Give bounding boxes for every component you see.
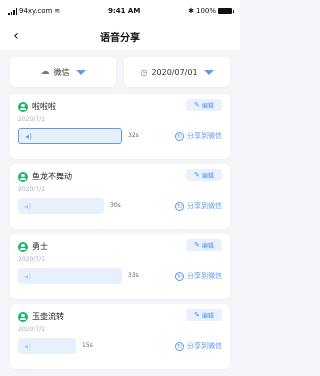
voice-card: 鱼龙不舞动 ✎ 编辑 2020/7/1 ◂) 30s ↻ 分享到微信	[10, 164, 230, 229]
edit-button[interactable]: ✎ 编辑	[186, 309, 222, 321]
chevron-left-icon: ‹	[13, 28, 19, 44]
date-filter-dropdown[interactable]: ◷ 2020/07/01	[124, 57, 230, 87]
channel-filter-label: 微信	[53, 67, 70, 77]
avatar-icon	[18, 101, 28, 112]
card-date: 2020/7/1	[18, 326, 45, 333]
share-label: 分享到微信	[187, 132, 222, 140]
sound-wave-icon: ◂)	[25, 131, 33, 141]
share-icon: ↻	[175, 201, 184, 211]
share-to-wechat-button[interactable]: ↻ 分享到微信	[175, 201, 222, 211]
battery-label: 100%	[195, 7, 216, 15]
edit-label: 编辑	[201, 102, 214, 110]
filter-bar: ☁ 微信 ◷ 2020/07/01	[10, 57, 230, 87]
voice-message-bar[interactable]: ◂)	[18, 338, 76, 354]
status-bar: 94xy.com ≋ 9:41 AM ✱ 100%	[0, 0, 240, 22]
page-title: 语音分享	[100, 32, 140, 44]
avatar-icon	[18, 171, 28, 182]
signal-icon	[8, 7, 17, 15]
voice-message-bar[interactable]: ◂)	[18, 198, 104, 214]
share-label: 分享到微信	[187, 272, 222, 280]
voice-duration: 32s	[128, 132, 139, 139]
edit-label: 编辑	[201, 312, 214, 320]
voice-card: 勇士 ✎ 编辑 2020/7/1 ◂) 33s ↻ 分享到微信	[10, 234, 230, 299]
avatar-icon	[18, 311, 28, 322]
channel-filter-dropdown[interactable]: ☁ 微信	[10, 57, 116, 87]
share-label: 分享到微信	[187, 342, 222, 350]
chevron-down-icon	[203, 69, 214, 75]
chevron-down-icon	[75, 69, 86, 75]
voice-card: 玉壶流转 ✎ 编辑 2020/7/1 ◂) 15s ↻ 分享到微信	[10, 304, 230, 369]
date-filter-label: 2020/07/01	[151, 67, 198, 77]
share-to-wechat-button[interactable]: ↻ 分享到微信	[175, 131, 222, 141]
avatar-icon	[18, 241, 28, 252]
voice-message-bar[interactable]: ◂)	[18, 268, 122, 284]
carrier-label: 94xy.com	[19, 7, 53, 15]
clock-icon: ◷	[140, 67, 148, 77]
edit-button[interactable]: ✎ 编辑	[186, 99, 222, 111]
share-to-wechat-button[interactable]: ↻ 分享到微信	[175, 271, 222, 281]
card-header: 勇士	[18, 241, 48, 252]
card-header: 玉壶流转	[18, 311, 64, 322]
edit-button[interactable]: ✎ 编辑	[186, 169, 222, 181]
card-date: 2020/7/1	[18, 256, 45, 263]
card-header: 鱼龙不舞动	[18, 171, 72, 182]
sound-wave-icon: ◂)	[24, 271, 32, 281]
wifi-icon: ≋	[54, 7, 61, 15]
sound-wave-icon: ◂)	[24, 341, 32, 351]
share-icon: ↻	[175, 131, 184, 141]
pencil-icon: ✎	[194, 170, 200, 179]
voice-duration: 15s	[82, 342, 93, 349]
card-header: 啦啦啦	[18, 101, 56, 112]
user-name: 啦啦啦	[32, 102, 56, 111]
voice-duration: 33s	[128, 272, 139, 279]
nav-bar: ‹ 语音分享	[0, 22, 240, 50]
wechat-icon: ☁	[40, 67, 50, 77]
voice-message-bar[interactable]: ◂)	[18, 128, 122, 144]
pencil-icon: ✎	[194, 310, 200, 319]
status-left: 94xy.com ≋	[8, 7, 60, 15]
bluetooth-icon: ✱	[188, 7, 194, 15]
edit-button[interactable]: ✎ 编辑	[186, 239, 222, 251]
share-to-wechat-button[interactable]: ↻ 分享到微信	[175, 341, 222, 351]
sound-wave-icon: ◂)	[24, 201, 32, 211]
voice-duration: 30s	[110, 202, 121, 209]
card-date: 2020/7/1	[18, 186, 45, 193]
edit-label: 编辑	[201, 242, 214, 250]
user-name: 玉壶流转	[32, 312, 64, 321]
share-icon: ↻	[175, 271, 184, 281]
back-button[interactable]: ‹	[8, 26, 24, 46]
share-icon: ↻	[175, 341, 184, 351]
status-right: ✱ 100%	[188, 7, 234, 15]
pencil-icon: ✎	[194, 100, 200, 109]
pencil-icon: ✎	[194, 240, 200, 249]
edit-label: 编辑	[201, 172, 214, 180]
share-label: 分享到微信	[187, 202, 222, 210]
card-date: 2020/7/1	[18, 116, 45, 123]
voice-card: 啦啦啦 ✎ 编辑 2020/7/1 ◂) 32s ↻ 分享到微信	[10, 94, 230, 159]
user-name: 鱼龙不舞动	[32, 172, 72, 181]
battery-icon	[218, 8, 234, 14]
status-time: 9:41 AM	[108, 7, 141, 15]
user-name: 勇士	[32, 242, 48, 251]
